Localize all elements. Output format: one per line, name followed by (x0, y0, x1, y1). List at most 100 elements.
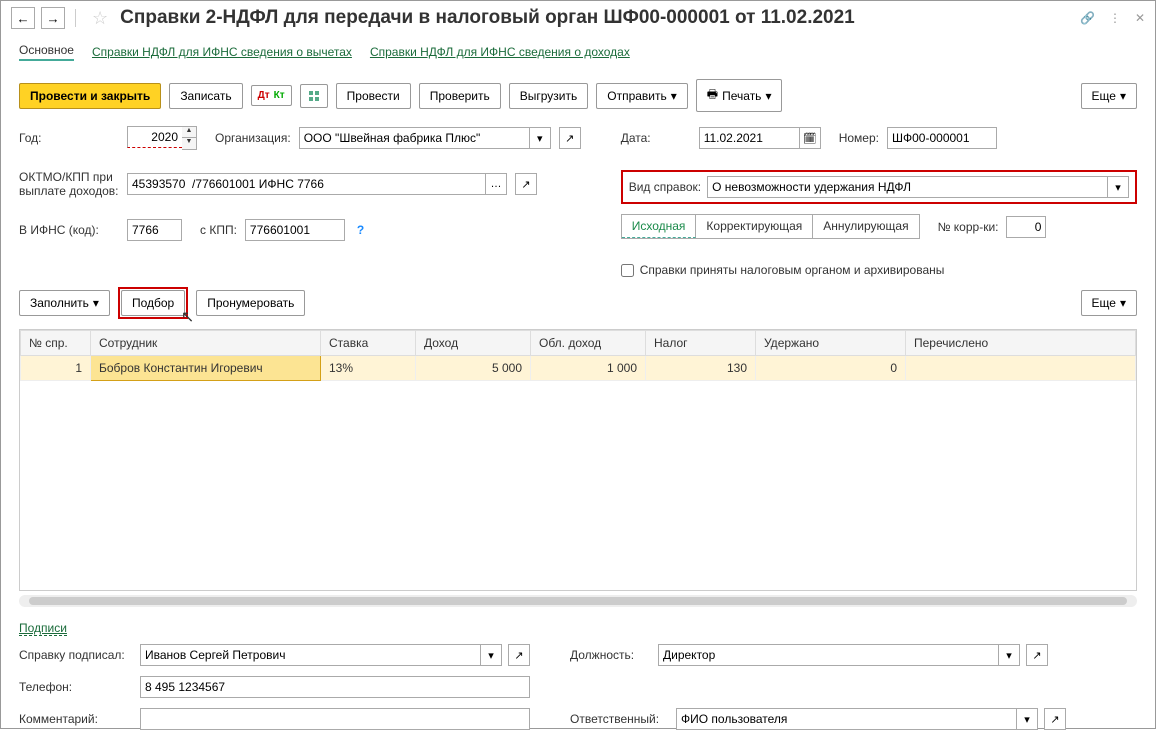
number-input[interactable] (887, 127, 997, 149)
favorite-star-icon[interactable]: ☆ (92, 8, 108, 29)
phone-label: Телефон: (19, 680, 134, 694)
accepted-checkbox[interactable] (621, 264, 634, 277)
comment-label: Комментарий: (19, 712, 134, 726)
col-tax[interactable]: Налог (646, 331, 756, 356)
signed-input[interactable] (140, 644, 480, 666)
debit-credit-icon-button[interactable]: ДтКт (251, 85, 292, 106)
kebab-menu-icon[interactable]: ⋮ (1109, 11, 1121, 25)
ifns-input[interactable] (127, 219, 182, 241)
org-input[interactable] (299, 127, 529, 149)
divider (75, 9, 76, 27)
chevron-down-icon: ▾ (765, 89, 771, 103)
cert-type-radio-group: Исходная Корректирующая Аннулирующая (621, 214, 920, 239)
col-rate[interactable]: Ставка (321, 331, 416, 356)
employees-table[interactable]: № спр. Сотрудник Ставка Доход Обл. доход… (19, 329, 1137, 591)
signed-dropdown-button[interactable]: ▾ (480, 644, 502, 666)
phone-input[interactable] (140, 676, 530, 698)
chevron-down-icon: ▾ (1120, 296, 1126, 310)
send-button[interactable]: Отправить ▾ (596, 83, 688, 109)
date-input[interactable] (699, 127, 799, 149)
col-withheld[interactable]: Удержано (756, 331, 906, 356)
position-label: Должность: (570, 648, 652, 662)
horizontal-scrollbar[interactable] (19, 595, 1137, 607)
org-label: Организация: (215, 131, 291, 145)
pick-button[interactable]: Подбор (121, 290, 185, 316)
cell-tax-income[interactable]: 1 000 (531, 356, 646, 381)
ifns-label: В ИФНС (код): (19, 223, 119, 237)
year-down-button[interactable]: ▼ (182, 138, 196, 149)
signed-open-button[interactable]: ↗ (508, 644, 530, 666)
kind-input[interactable] (707, 176, 1107, 198)
oktmo-open-button[interactable]: ↗ (515, 173, 537, 195)
kpp-input[interactable] (245, 219, 345, 241)
nav-back-button[interactable]: ← (11, 7, 35, 29)
position-open-button[interactable]: ↗ (1026, 644, 1048, 666)
org-open-button[interactable]: ↗ (559, 127, 581, 149)
col-emp[interactable]: Сотрудник (91, 331, 321, 356)
tab-income-link[interactable]: Справки НДФЛ для ИФНС сведения о доходах (370, 45, 630, 59)
cell-tax[interactable]: 130 (646, 356, 756, 381)
year-up-button[interactable]: ▲ (182, 127, 196, 138)
col-income[interactable]: Доход (416, 331, 531, 356)
structure-icon-button[interactable] (300, 84, 328, 108)
oktmo-label: ОКТМО/КПП при выплате доходов: (19, 170, 119, 198)
post-button[interactable]: Провести (336, 83, 411, 109)
date-calendar-button[interactable]: 🗓 (799, 127, 821, 149)
fill-button[interactable]: Заполнить ▾ (19, 290, 110, 316)
tab-main[interactable]: Основное (19, 43, 74, 61)
cell-income[interactable]: 5 000 (416, 356, 531, 381)
post-and-close-button[interactable]: Провести и закрыть (19, 83, 161, 109)
kind-label: Вид справок: (629, 180, 701, 194)
type-correct-radio[interactable]: Корректирующая (696, 215, 813, 238)
table-row[interactable]: 1 Бобров Константин Игоревич 13% 5 000 1… (21, 356, 1136, 381)
kind-dropdown-button[interactable]: ▾ (1107, 176, 1129, 198)
chevron-down-icon: ▾ (1120, 89, 1126, 103)
chevron-down-icon: ▾ (671, 89, 677, 103)
cell-rate[interactable]: 13% (321, 356, 416, 381)
nav-forward-button[interactable]: → (41, 7, 65, 29)
col-transferred[interactable]: Перечислено (906, 331, 1136, 356)
cell-emp[interactable]: Бобров Константин Игоревич (91, 356, 321, 381)
col-num[interactable]: № спр. (21, 331, 91, 356)
check-button[interactable]: Проверить (419, 83, 501, 109)
help-icon[interactable]: ? (357, 223, 364, 237)
number-label: Номер: (839, 131, 879, 145)
position-input[interactable] (658, 644, 998, 666)
type-source-radio[interactable]: Исходная (622, 215, 697, 238)
cursor-pointer-icon: ↖ (181, 307, 194, 327)
tab-deductions-link[interactable]: Справки НДФЛ для ИФНС сведения о вычетах (92, 45, 352, 59)
org-dropdown-button[interactable]: ▾ (529, 127, 551, 149)
year-label: Год: (19, 131, 119, 145)
responsible-input[interactable] (676, 708, 1016, 730)
window-title: Справки 2-НДФЛ для передачи в налоговый … (120, 7, 1074, 29)
korr-input[interactable] (1006, 216, 1046, 238)
renumber-button[interactable]: Пронумеровать (196, 290, 305, 316)
printer-icon: 🖶 (707, 85, 718, 106)
print-button[interactable]: 🖶 Печать ▾ (696, 79, 783, 112)
col-tax-income[interactable]: Обл. доход (531, 331, 646, 356)
date-label: Дата: (621, 131, 691, 145)
type-cancel-radio[interactable]: Аннулирующая (813, 215, 918, 238)
responsible-open-button[interactable]: ↗ (1044, 708, 1066, 730)
comment-input[interactable] (140, 708, 530, 730)
responsible-label: Ответственный: (570, 712, 670, 726)
table-more-button[interactable]: Еще ▾ (1081, 290, 1137, 316)
accepted-label: Справки приняты налоговым органом и архи… (640, 263, 945, 277)
signatures-link[interactable]: Подписи (19, 621, 67, 636)
responsible-dropdown-button[interactable]: ▾ (1016, 708, 1038, 730)
kpp-label: с КПП: (200, 223, 237, 237)
cell-transferred[interactable] (906, 356, 1136, 381)
korr-label: № корр-ки: (938, 220, 999, 234)
export-button[interactable]: Выгрузить (509, 83, 589, 109)
cell-withheld[interactable]: 0 (756, 356, 906, 381)
more-button[interactable]: Еще ▾ (1081, 83, 1137, 109)
close-icon[interactable]: ✕ (1135, 11, 1145, 25)
position-dropdown-button[interactable]: ▾ (998, 644, 1020, 666)
signed-label: Справку подписал: (19, 648, 134, 662)
oktmo-select-button[interactable]: … (485, 173, 507, 195)
link-icon[interactable]: 🔗 (1080, 11, 1095, 25)
write-button[interactable]: Записать (169, 83, 242, 109)
year-input[interactable] (127, 126, 182, 148)
cell-num[interactable]: 1 (21, 356, 91, 381)
oktmo-input[interactable] (127, 173, 485, 195)
